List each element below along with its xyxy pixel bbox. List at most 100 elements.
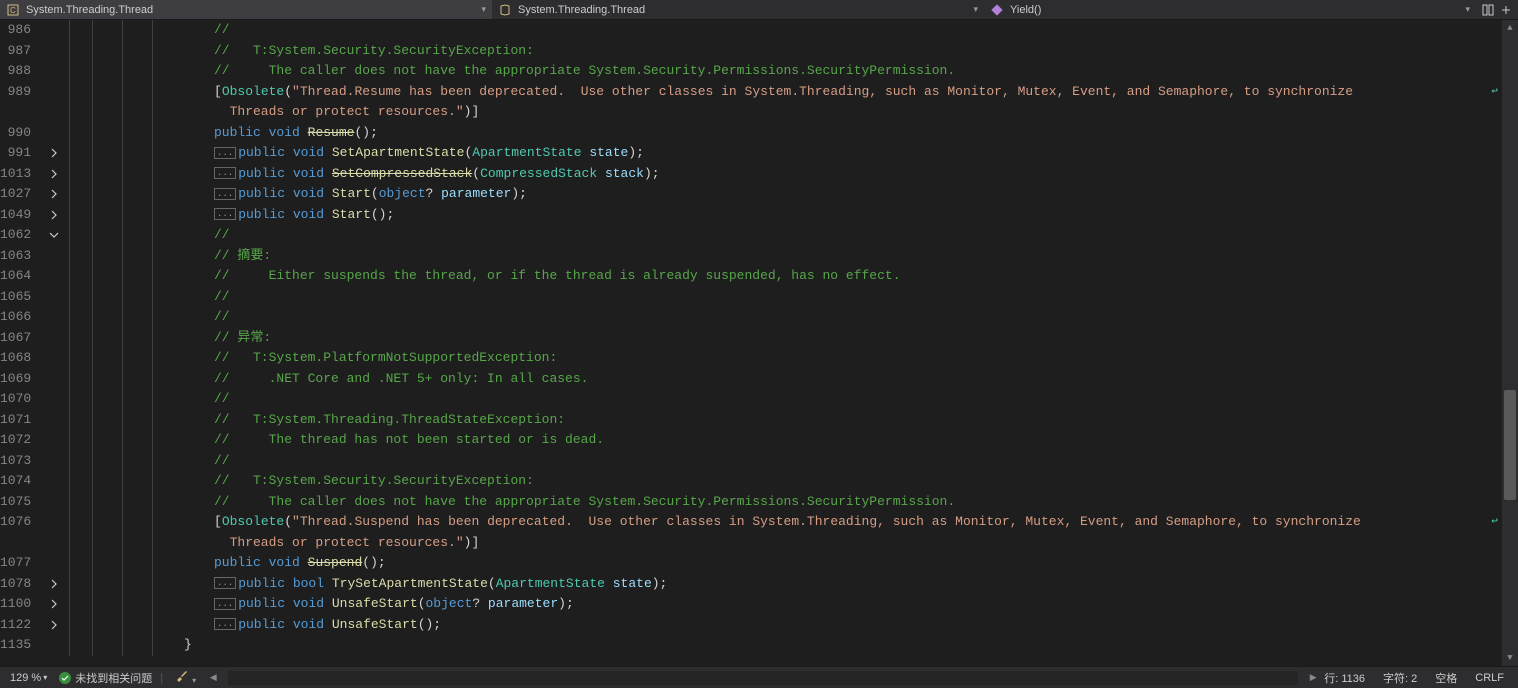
collapsed-region-icon[interactable]: ... [214,147,236,159]
split-vertical-button[interactable] [1480,2,1496,18]
scroll-thumb[interactable] [1504,390,1516,500]
code-line[interactable]: // 异常: [77,328,1502,349]
fold-toggle [45,307,63,328]
code-line[interactable]: ...public void Start(object? parameter); [77,184,1502,205]
scroll-down-arrow[interactable]: ▼ [1502,650,1518,666]
code-token: Suspend [308,555,363,570]
fold-toggle[interactable] [45,164,63,185]
code-line[interactable]: ...public void Start(); [77,205,1502,226]
code-token: public [238,596,285,611]
code-token: // .NET Core and .NET 5+ only: In all ca… [214,371,588,386]
code-line[interactable]: // The caller does not have the appropri… [77,492,1502,513]
error-status[interactable]: 未找到相关问题 [59,670,152,686]
line-number: 1049 [0,205,45,226]
code-line[interactable]: // Either suspends the thread, or if the… [77,266,1502,287]
code-line[interactable]: // [77,451,1502,472]
code-line[interactable]: // The thread has not been started or is… [77,430,1502,451]
code-token: (); [354,125,377,140]
chevron-down-icon: ▾ [973,4,978,15]
code-line[interactable]: // T:System.Threading.ThreadStateExcepti… [77,410,1502,431]
brush-icon[interactable]: ▾ [171,669,200,686]
horizontal-scrollbar[interactable] [228,671,1298,685]
code-line[interactable]: Threads or protect resources.")] [77,102,1502,123]
code-line[interactable]: // [77,307,1502,328]
code-token: ? [472,596,488,611]
code-token [285,576,293,591]
fold-toggle [45,123,63,144]
fold-gutter[interactable] [45,20,63,666]
zoom-level[interactable]: 129 % ▾ [6,672,51,684]
code-line[interactable]: ...public void UnsafeStart(object? param… [77,594,1502,615]
scope-dropdown[interactable]: C System.Threading.Thread ▾ [0,0,492,19]
fold-toggle[interactable] [45,205,63,226]
scroll-left-arrow[interactable]: ◀ [206,672,220,683]
fold-toggle[interactable] [45,615,63,636]
code-token: Obsolete [222,514,284,529]
code-token: // T:System.Security.SecurityException: [214,43,534,58]
code-line[interactable]: // T:System.Security.SecurityException: [77,41,1502,62]
code-line[interactable]: // .NET Core and .NET 5+ only: In all ca… [77,369,1502,390]
code-line[interactable]: ...public void UnsafeStart(); [77,615,1502,636]
fold-toggle[interactable] [45,225,63,246]
code-token: void [269,555,300,570]
type-dropdown[interactable]: System.Threading.Thread ▾ [492,0,984,19]
code-line[interactable]: Threads or protect resources.")] [77,533,1502,554]
code-token: object [426,596,473,611]
scroll-right-arrow[interactable]: ▶ [1306,672,1320,683]
outline-gutter [63,20,77,666]
code-line[interactable]: public void Suspend(); [77,553,1502,574]
code-token: // The caller does not have the appropri… [214,63,955,78]
code-line[interactable]: } [77,635,1502,656]
code-line[interactable]: ...public void SetApartmentState(Apartme… [77,143,1502,164]
collapsed-region-icon[interactable]: ... [214,618,236,630]
collapsed-region-icon[interactable]: ... [214,598,236,610]
code-token: "Thread.Suspend has been deprecated. Use… [292,514,1369,529]
fold-toggle [45,553,63,574]
collapsed-region-icon[interactable]: ... [214,208,236,220]
code-line[interactable]: [Obsolete("Thread.Resume has been deprec… [77,82,1502,103]
fold-toggle[interactable] [45,574,63,595]
line-ending[interactable]: CRLF [1471,672,1508,684]
line-position[interactable]: 行: 1136 [1320,670,1369,686]
code-content[interactable]: //// T:System.Security.SecurityException… [77,20,1502,666]
collapsed-region-icon[interactable]: ... [214,167,236,179]
code-token: public [214,555,261,570]
member-text: Yield() [1010,4,1459,16]
code-token: ); [628,145,644,160]
indent-mode[interactable]: 空格 [1431,670,1461,686]
code-line[interactable]: // [77,20,1502,41]
method-icon [990,3,1004,17]
line-number: 1122 [0,615,45,636]
code-line[interactable]: // T:System.Security.SecurityException: [77,471,1502,492]
code-token: // The thread has not been started or is… [214,432,604,447]
expand-button[interactable] [1498,2,1514,18]
fold-toggle[interactable] [45,184,63,205]
code-line[interactable]: // The caller does not have the appropri… [77,61,1502,82]
line-number: 991 [0,143,45,164]
scroll-up-arrow[interactable]: ▲ [1502,20,1518,36]
fold-toggle[interactable] [45,594,63,615]
collapsed-region-icon[interactable]: ... [214,188,236,200]
code-token: public [238,166,285,181]
code-token: public [238,186,285,201]
code-line[interactable]: // [77,287,1502,308]
char-position[interactable]: 字符: 2 [1379,670,1421,686]
code-token: // Either suspends the thread, or if the… [214,268,901,283]
code-line[interactable]: ...public bool TrySetApartmentState(Apar… [77,574,1502,595]
fold-toggle[interactable] [45,143,63,164]
code-editor[interactable]: 9869879889899909911013102710491062106310… [0,20,1518,666]
code-line[interactable]: [Obsolete("Thread.Suspend has been depre… [77,512,1502,533]
code-line[interactable]: // 摘要: [77,246,1502,267]
vertical-scrollbar[interactable]: ▲ ▼ [1502,20,1518,666]
code-line[interactable]: // [77,225,1502,246]
outline-guide [63,246,77,267]
code-line[interactable]: public void Resume(); [77,123,1502,144]
collapsed-region-icon[interactable]: ... [214,577,236,589]
member-dropdown[interactable]: Yield() ▾ [984,0,1476,19]
code-line[interactable]: // T:System.PlatformNotSupportedExceptio… [77,348,1502,369]
code-token: void [293,617,324,632]
code-line[interactable]: // [77,389,1502,410]
fold-toggle [45,492,63,513]
code-line[interactable]: ...public void SetCompressedStack(Compre… [77,164,1502,185]
code-token [324,576,332,591]
